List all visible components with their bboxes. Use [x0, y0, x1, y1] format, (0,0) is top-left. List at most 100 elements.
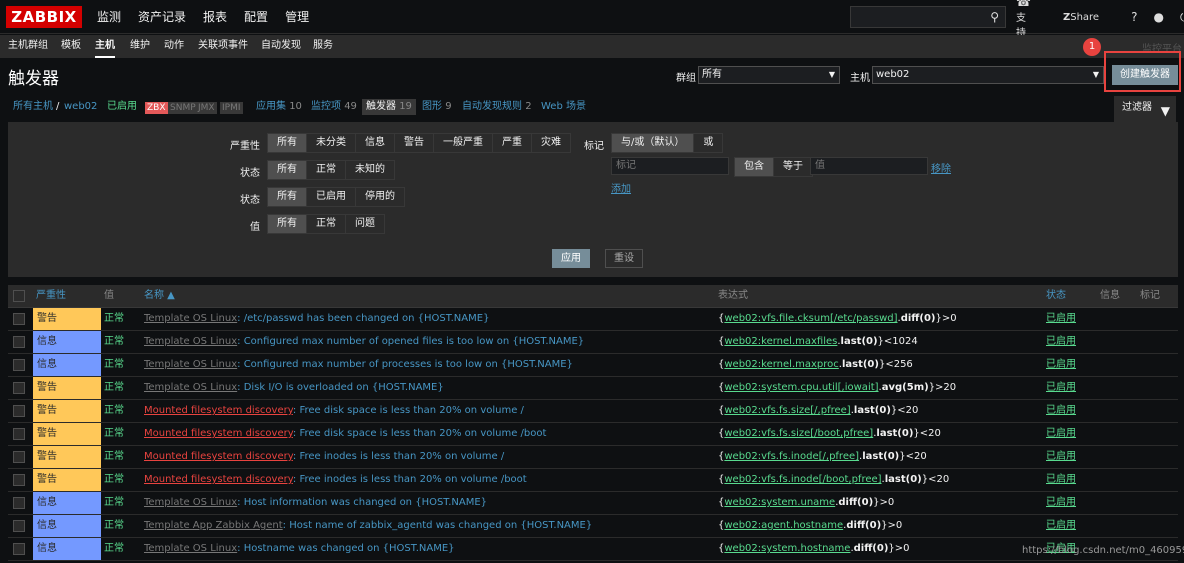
submenu-templates[interactable]: 模板: [61, 35, 81, 58]
value-ok[interactable]: 正常: [307, 215, 346, 233]
user-icon[interactable]: ●: [1153, 10, 1163, 24]
tag-name-input[interactable]: 标记: [611, 157, 729, 175]
trigger-name-link[interactable]: : Free disk space is less than 20% on vo…: [293, 405, 524, 416]
tags-mode-or[interactable]: 或: [694, 134, 723, 152]
trigger-name-link[interactable]: : Disk I/O is overloaded on {HOST.NAME}: [237, 382, 444, 393]
status-toggle[interactable]: 已启用: [1046, 354, 1076, 376]
header-severity[interactable]: 严重性: [36, 285, 66, 307]
trigger-source-link[interactable]: Template OS Linux: [144, 382, 237, 393]
group-select[interactable]: 所有 ▼: [698, 66, 840, 84]
expression-item-link[interactable]: web02:kernel.maxproc: [724, 359, 838, 370]
header-status[interactable]: 状态: [1046, 285, 1066, 307]
nav-web-scenarios[interactable]: Web 场景: [541, 96, 586, 118]
trigger-name-link[interactable]: : Free inodes is less than 20% on volume…: [293, 451, 504, 462]
expression-item-link[interactable]: web02:system.cpu.util[,iowait]: [724, 382, 878, 393]
trigger-source-link[interactable]: Template OS Linux: [144, 497, 237, 508]
trigger-source-link[interactable]: Template OS Linux: [144, 543, 237, 554]
trigger-name-link[interactable]: : Host name of zabbix_agentd was changed…: [283, 520, 593, 531]
status-toggle[interactable]: 已启用: [1046, 308, 1076, 330]
tag-op-equals[interactable]: 等于: [774, 158, 812, 176]
submenu-actions[interactable]: 动作: [164, 35, 184, 58]
trigger-source-link[interactable]: Mounted filesystem discovery: [144, 428, 293, 439]
trigger-name-link[interactable]: : Host information was changed on {HOST.…: [237, 497, 487, 508]
expression-item-link[interactable]: web02:system.uname: [724, 497, 835, 508]
trigger-source-link[interactable]: Template App Zabbix Agent: [144, 520, 283, 531]
tag-op-contains[interactable]: 包含: [735, 158, 774, 176]
trigger-source-link[interactable]: Mounted filesystem discovery: [144, 474, 293, 485]
trigger-name-link[interactable]: : Hostname was changed on {HOST.NAME}: [237, 543, 454, 554]
expression-item-link[interactable]: web02:vfs.fs.size[/boot,pfree]: [724, 428, 873, 439]
trigger-name-link[interactable]: : Configured max number of processes is …: [237, 359, 573, 370]
support-link[interactable]: ☎ 支持: [1016, 0, 1047, 39]
expression-item-link[interactable]: web02:system.hostname: [724, 543, 850, 554]
submenu-host-groups[interactable]: 主机群组: [8, 35, 48, 58]
state-unknown[interactable]: 未知的: [346, 161, 394, 179]
severity-warning[interactable]: 警告: [395, 134, 434, 152]
filter-tab[interactable]: 过滤器 ▼: [1114, 96, 1176, 122]
expression-item-link[interactable]: web02:vfs.fs.size[/,pfree]: [724, 405, 850, 416]
row-checkbox[interactable]: [13, 451, 25, 463]
severity-not-classified[interactable]: 未分类: [307, 134, 356, 152]
trigger-source-link[interactable]: Template OS Linux: [144, 336, 237, 347]
nav-items[interactable]: 监控项 49: [311, 96, 357, 118]
row-checkbox[interactable]: [13, 405, 25, 417]
trigger-source-link[interactable]: Mounted filesystem discovery: [144, 451, 293, 462]
status-toggle[interactable]: 已启用: [1046, 377, 1076, 399]
global-search-input[interactable]: ⚲: [850, 6, 1006, 28]
status-disabled[interactable]: 停用的: [356, 188, 404, 206]
zabbix-logo[interactable]: ZABBIX: [6, 6, 82, 28]
host-status[interactable]: 已启用: [107, 96, 137, 118]
status-toggle[interactable]: 已启用: [1046, 331, 1076, 353]
trigger-name-link[interactable]: : /etc/passwd has been changed on {HOST.…: [237, 313, 489, 324]
status-toggle[interactable]: 已启用: [1046, 492, 1076, 514]
value-problem[interactable]: 问题: [346, 215, 384, 233]
submenu-maintenance[interactable]: 维护: [130, 35, 150, 58]
breadcrumb-all-hosts[interactable]: 所有主机: [13, 96, 53, 118]
select-all-checkbox[interactable]: [13, 290, 25, 302]
submenu-services[interactable]: 服务: [313, 35, 333, 58]
row-checkbox[interactable]: [13, 474, 25, 486]
tags-mode-and-or[interactable]: 与/或（默认）: [612, 134, 695, 152]
power-icon[interactable]: ⏻: [1180, 10, 1184, 25]
row-checkbox[interactable]: [13, 428, 25, 440]
row-checkbox[interactable]: [13, 520, 25, 532]
status-toggle[interactable]: 已启用: [1046, 423, 1076, 445]
row-checkbox[interactable]: [13, 543, 25, 555]
status-toggle[interactable]: 已启用: [1046, 469, 1076, 491]
tag-value-input[interactable]: 值: [810, 157, 928, 175]
expression-item-link[interactable]: web02:vfs.fs.inode[/boot,pfree]: [724, 474, 881, 485]
share-link[interactable]: ZShare: [1063, 12, 1115, 23]
trigger-source-link[interactable]: Template OS Linux: [144, 313, 237, 324]
breadcrumb-host[interactable]: web02: [64, 96, 97, 118]
row-checkbox[interactable]: [13, 313, 25, 325]
nav-triggers[interactable]: 触发器 19: [362, 99, 416, 115]
expression-item-link[interactable]: web02:vfs.fs.inode[/,pfree]: [724, 451, 859, 462]
trigger-name-link[interactable]: : Free inodes is less than 20% on volume…: [293, 474, 527, 485]
row-checkbox[interactable]: [13, 382, 25, 394]
value-all[interactable]: 所有: [268, 215, 307, 233]
nav-discovery-rules[interactable]: 自动发现规则 2: [462, 96, 532, 118]
severity-all[interactable]: 所有: [268, 134, 307, 152]
status-toggle[interactable]: 已启用: [1046, 446, 1076, 468]
trigger-source-link[interactable]: Mounted filesystem discovery: [144, 405, 293, 416]
state-all[interactable]: 所有: [268, 161, 307, 179]
expression-item-link[interactable]: web02:kernel.maxfiles: [724, 336, 837, 347]
search-icon[interactable]: ⚲: [990, 10, 999, 24]
trigger-name-link[interactable]: : Free disk space is less than 20% on vo…: [293, 428, 547, 439]
header-name[interactable]: 名称 ▲: [144, 285, 175, 307]
trigger-name-link[interactable]: : Configured max number of opened files …: [237, 336, 584, 347]
help-icon[interactable]: ?: [1131, 10, 1137, 24]
row-checkbox[interactable]: [13, 497, 25, 509]
remove-tag-link[interactable]: 移除: [931, 160, 951, 175]
menu-monitoring[interactable]: 监测: [97, 0, 121, 34]
submenu-hosts[interactable]: 主机: [95, 35, 115, 58]
severity-average[interactable]: 一般严重: [434, 134, 493, 152]
nav-graphs[interactable]: 图形 9: [422, 96, 452, 118]
row-checkbox[interactable]: [13, 336, 25, 348]
nav-applications[interactable]: 应用集 10: [256, 96, 302, 118]
status-enabled[interactable]: 已启用: [307, 188, 356, 206]
menu-configuration[interactable]: 配置: [244, 0, 268, 34]
trigger-source-link[interactable]: Template OS Linux: [144, 359, 237, 370]
status-all[interactable]: 所有: [268, 188, 307, 206]
host-select[interactable]: web02 ▼: [872, 66, 1104, 84]
